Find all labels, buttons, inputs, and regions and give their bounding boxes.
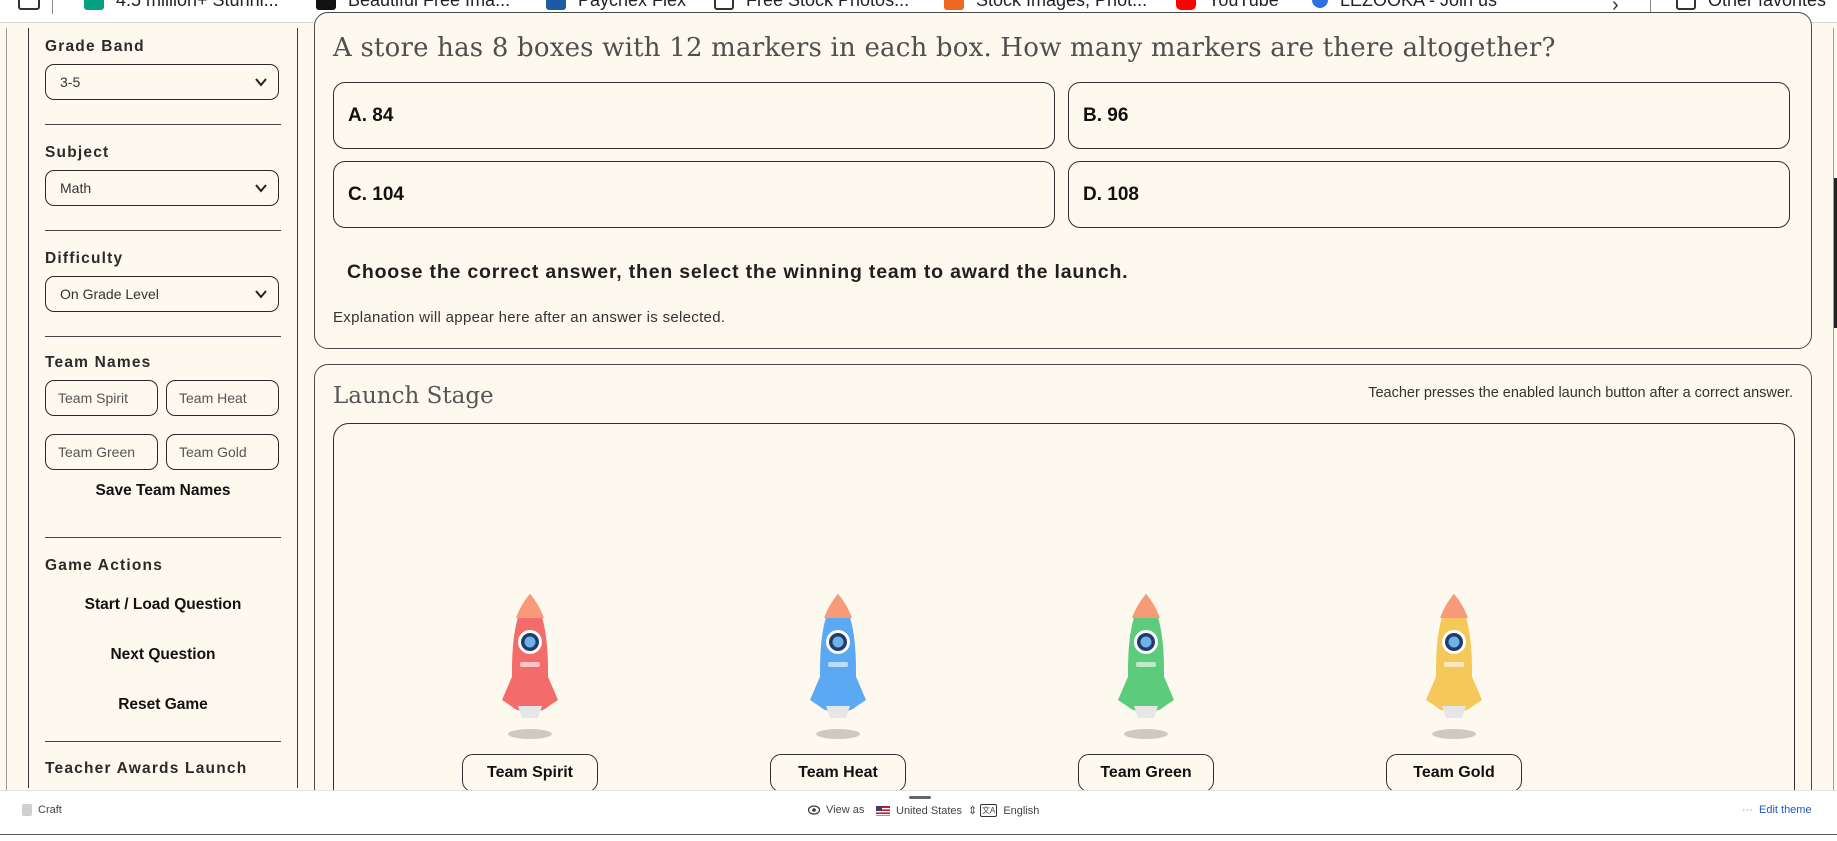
game-actions-label: Game Actions bbox=[45, 557, 164, 574]
team-name-input-4[interactable]: Team Gold bbox=[166, 434, 279, 470]
view-as[interactable]: View as bbox=[808, 804, 864, 816]
difficulty-select[interactable]: On Grade Level bbox=[45, 276, 279, 312]
edit-theme-label: Edit theme bbox=[1759, 804, 1812, 816]
divider bbox=[45, 124, 281, 125]
divider bbox=[45, 537, 281, 538]
subject-label: Subject bbox=[45, 144, 110, 161]
team-spirit-button[interactable]: Team Spirit bbox=[462, 754, 598, 792]
bookmark-item[interactable]: YouTube bbox=[1176, 0, 1279, 12]
divider bbox=[45, 336, 281, 337]
grade-band-label: Grade Band bbox=[45, 38, 145, 55]
save-team-names-button[interactable]: Save Team Names bbox=[45, 474, 281, 508]
bookmark-label: LEZOOKA - Join us bbox=[1340, 0, 1497, 11]
bookmark-label: 4.5 million+ Stunni... bbox=[116, 0, 279, 11]
grade-band-select[interactable]: 3-5 bbox=[45, 64, 279, 100]
launch-stage-note: Teacher presses the enabled launch butto… bbox=[1368, 385, 1793, 401]
divider bbox=[45, 741, 281, 742]
other-favorites[interactable]: Other favorites bbox=[1676, 0, 1826, 12]
instruction-text: Choose the correct answer, then select t… bbox=[347, 261, 1129, 283]
team-gold-button[interactable]: Team Gold bbox=[1386, 754, 1522, 792]
more-dots-icon: ··· bbox=[1742, 804, 1753, 816]
chevron-down-icon bbox=[255, 184, 267, 193]
team-names-label: Team Names bbox=[45, 354, 152, 371]
chevron-down-icon bbox=[255, 78, 267, 87]
rocket-blue-icon bbox=[810, 594, 866, 739]
next-question-button[interactable]: Next Question bbox=[45, 638, 281, 672]
language-label: English bbox=[1003, 804, 1040, 817]
edit-theme-link[interactable]: ··· Edit theme bbox=[1742, 804, 1812, 816]
bookmark-item[interactable]: Free Stock Photos... bbox=[714, 0, 909, 12]
brand-label: Craft bbox=[38, 804, 62, 816]
explanation-text: Explanation will appear here after an an… bbox=[333, 309, 726, 326]
bookmark-label: Free Stock Photos... bbox=[746, 0, 909, 11]
start-load-question-button[interactable]: Start / Load Question bbox=[45, 588, 281, 622]
difficulty-label: Difficulty bbox=[45, 250, 124, 267]
difficulty-value: On Grade Level bbox=[60, 286, 159, 302]
team-heat-button[interactable]: Team Heat bbox=[770, 754, 906, 792]
teacher-awards-launch-label: Teacher Awards Launch bbox=[45, 760, 248, 777]
rocket-green-icon bbox=[1118, 594, 1174, 739]
drag-handle[interactable] bbox=[909, 796, 931, 799]
bookmark-label: Other favorites bbox=[1708, 0, 1826, 11]
bookmark-item[interactable]: Paychex Flex bbox=[546, 0, 686, 12]
grade-band-value: 3-5 bbox=[60, 74, 81, 90]
updown-chevron-icon: ⇕ bbox=[968, 805, 978, 817]
brand: Craft bbox=[22, 804, 62, 816]
question-card: A store has 8 boxes with 12 markers in e… bbox=[314, 12, 1812, 349]
answer-option-c[interactable]: C. 104 bbox=[333, 161, 1055, 228]
launch-stage-area: Team Spirit Team Heat Team Green Team Go… bbox=[333, 423, 1795, 825]
launch-stage-card: Launch Stage Teacher presses the enabled… bbox=[314, 364, 1812, 825]
bookmark-favicon-icon bbox=[944, 0, 964, 10]
eye-icon bbox=[808, 805, 820, 815]
country-selector[interactable]: United States ⇕ bbox=[876, 804, 977, 817]
subject-value: Math bbox=[60, 180, 92, 196]
bookmark-favicon-icon bbox=[84, 0, 104, 10]
country-label: United States bbox=[896, 804, 963, 817]
bookmark-label: Paychex Flex bbox=[578, 0, 686, 11]
language-selector[interactable]: 文A English bbox=[980, 804, 1039, 817]
bottom-editor-bar: Craft View as United States ⇕ 文A English… bbox=[0, 790, 1837, 835]
launch-stage-title: Launch Stage bbox=[333, 383, 494, 409]
tab-icon[interactable] bbox=[18, 0, 40, 10]
bookmark-favicon-icon bbox=[546, 0, 566, 10]
bookmark-item[interactable]: LEZOOKA - Join us bbox=[1312, 0, 1497, 12]
bookmark-label: Beautiful Free Ima... bbox=[348, 0, 510, 11]
bookmark-label: YouTube bbox=[1208, 0, 1279, 11]
answer-option-d[interactable]: D. 108 bbox=[1068, 161, 1790, 228]
team-name-input-1[interactable]: Team Spirit bbox=[45, 380, 158, 416]
camera-icon bbox=[714, 0, 734, 10]
rocket-favicon-icon bbox=[1312, 0, 1328, 8]
youtube-icon bbox=[1176, 0, 1196, 10]
us-flag-icon bbox=[876, 805, 890, 816]
chevron-down-icon bbox=[255, 290, 267, 299]
bookmark-item[interactable]: Beautiful Free Ima... bbox=[316, 0, 510, 12]
translate-icon: 文A bbox=[980, 804, 998, 817]
bookmark-favicon-icon bbox=[316, 0, 336, 10]
rocket-gold-icon bbox=[1426, 594, 1482, 739]
subject-select[interactable]: Math bbox=[45, 170, 279, 206]
bookmark-item[interactable]: Stock Images, Phot... bbox=[944, 0, 1147, 12]
shopify-bag-icon bbox=[22, 804, 32, 816]
team-name-input-2[interactable]: Team Heat bbox=[166, 380, 279, 416]
sidebar: Grade Band 3-5 Subject Math Difficulty O… bbox=[28, 28, 298, 788]
bookmark-item[interactable]: 4.5 million+ Stunni... bbox=[84, 0, 279, 12]
question-text: A store has 8 boxes with 12 markers in e… bbox=[333, 33, 1556, 63]
team-green-button[interactable]: Team Green bbox=[1078, 754, 1214, 792]
view-as-label: View as bbox=[826, 804, 865, 816]
bookmark-label: Stock Images, Phot... bbox=[976, 0, 1147, 11]
answer-option-b[interactable]: B. 96 bbox=[1068, 82, 1790, 149]
folder-icon bbox=[1676, 0, 1696, 10]
reset-game-button[interactable]: Reset Game bbox=[45, 688, 281, 722]
team-name-input-3[interactable]: Team Green bbox=[45, 434, 158, 470]
answer-option-a[interactable]: A. 84 bbox=[333, 82, 1055, 149]
rocket-red-icon bbox=[502, 594, 558, 739]
divider bbox=[45, 230, 281, 231]
